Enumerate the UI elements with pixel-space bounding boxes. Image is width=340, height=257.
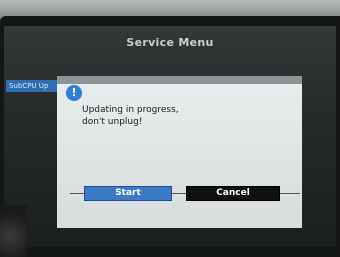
cancel-button[interactable]: Cancel	[186, 186, 280, 201]
dialog-message-line-1: Updating in progress,	[82, 105, 179, 115]
dialog-message: Updating in progress, don't unplug!	[82, 104, 282, 128]
cable-decoration	[0, 205, 26, 257]
update-dialog	[57, 76, 302, 228]
dialog-message-line-2: don't unplug!	[82, 117, 143, 127]
start-button[interactable]: Start	[84, 186, 172, 201]
page-title: Service Menu	[126, 36, 214, 49]
info-icon: !	[65, 84, 83, 102]
